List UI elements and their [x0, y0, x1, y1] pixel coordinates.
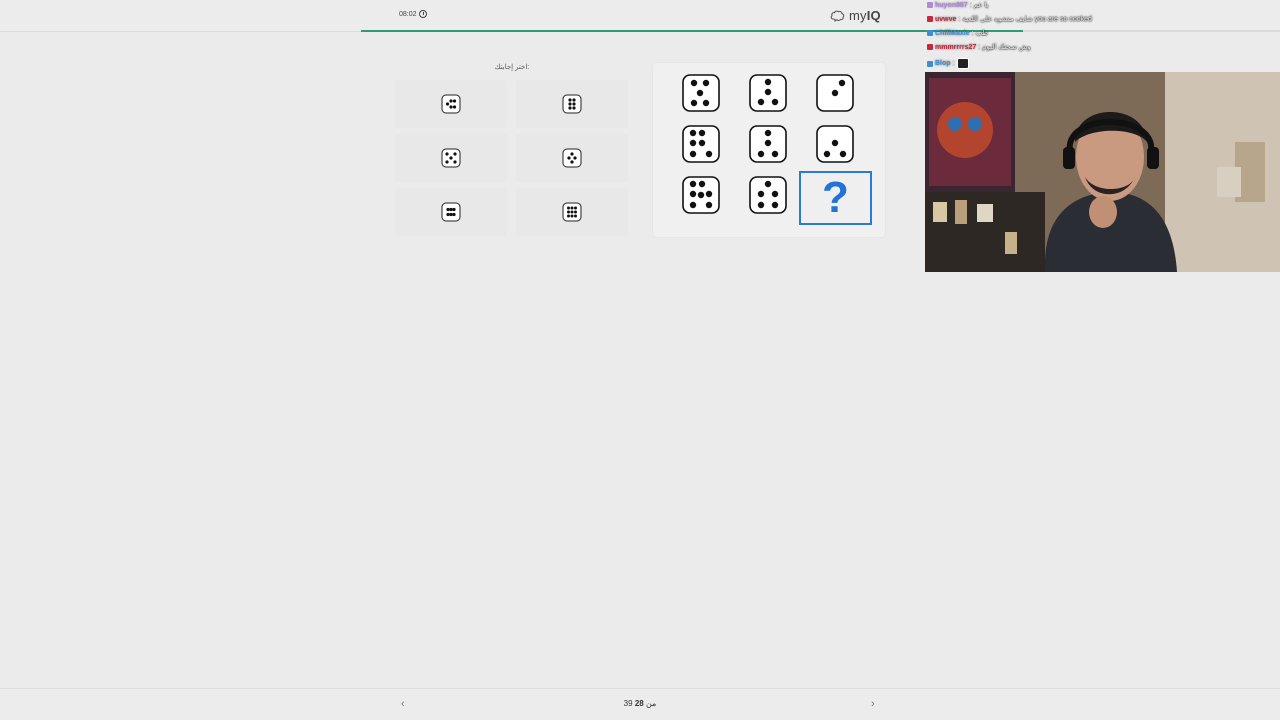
- missing-cell: ?: [799, 171, 872, 225]
- dice-face-icon: [749, 74, 787, 112]
- dice-face-icon: [816, 74, 854, 112]
- chat-badge-icon: [927, 30, 933, 36]
- counter-of: من: [645, 699, 657, 708]
- chat-message: mmmrrrrs27: وش صحتك اليوم: [927, 43, 1031, 51]
- dice-face-icon: [441, 148, 461, 168]
- brand-logo[interactable]: myIQ: [830, 8, 881, 23]
- counter-total: 39: [623, 699, 633, 708]
- brand-name: myIQ: [849, 8, 881, 23]
- chat-username[interactable]: Blop: [935, 60, 951, 67]
- dice-face-icon: [749, 125, 787, 163]
- dice-face-icon: [562, 148, 582, 168]
- dice-face-icon: [816, 125, 854, 163]
- stream-chat: huyon887: يا عم uvwve: شايف متشوه على اللعب…: [925, 0, 1280, 72]
- chat-separator: :: [978, 43, 981, 51]
- emote-icon: [956, 58, 969, 69]
- answer-option-3[interactable]: [395, 134, 507, 182]
- progress-fill: [361, 30, 1023, 32]
- brand-name-prefix: my: [849, 8, 867, 23]
- dice-face-icon: [562, 202, 582, 222]
- chat-text: طب: [975, 30, 989, 37]
- page-root: 08:02 myIQ اختر إجابتك: ? huyon887: يا …: [0, 0, 1280, 720]
- chat-text: يا عم: [973, 2, 989, 9]
- brand-name-suffix: IQ: [866, 8, 881, 23]
- timer: 08:02: [399, 10, 427, 18]
- dice-face-icon: [682, 74, 720, 112]
- answer-options: [395, 80, 629, 238]
- chat-badge-icon: [927, 44, 933, 50]
- chat-separator: :: [971, 29, 974, 37]
- webcam-image: [925, 72, 1280, 272]
- chat-text: شايف متشوه على اللعبة you are so cooked: [962, 16, 1092, 23]
- answer-option-6[interactable]: [516, 188, 628, 236]
- answers-title: اختر إجابتك:: [494, 64, 530, 71]
- chat-username[interactable]: uvwve: [935, 16, 956, 23]
- dice-face-icon: [682, 176, 720, 214]
- answer-option-4[interactable]: [516, 134, 628, 182]
- question-mark-icon: ?: [822, 173, 849, 222]
- answer-option-1[interactable]: [395, 80, 507, 128]
- chat-badge-icon: [927, 2, 933, 8]
- chat-message: uvwve: شايف متشوه على اللعبة you are so c…: [927, 15, 1092, 23]
- chat-badge-icon: [927, 60, 933, 67]
- chat-username[interactable]: mmmrrrrs27: [935, 44, 976, 51]
- dice-face-icon: [441, 202, 461, 222]
- dice-face-icon: [749, 176, 787, 214]
- chat-badge-icon: [927, 16, 933, 22]
- chat-username[interactable]: ChillMaxie: [935, 30, 970, 37]
- chat-text: وش صحتك اليوم: [982, 44, 1031, 51]
- clock-icon: [418, 10, 427, 18]
- chevron-left-icon[interactable]: ‹: [401, 698, 405, 710]
- footer-nav: ‹ 39 من 28 ›: [0, 688, 1280, 720]
- counter-current: 28: [634, 699, 644, 708]
- chat-username[interactable]: huyon887: [935, 2, 968, 9]
- webcam-feed: [925, 72, 1280, 272]
- answer-option-5[interactable]: [395, 188, 507, 236]
- answer-option-2[interactable]: [516, 80, 628, 128]
- chat-message: ChillMaxie: طب: [927, 29, 988, 37]
- chat-separator: :: [952, 60, 955, 67]
- chat-separator: :: [958, 15, 961, 23]
- dice-face-icon: [562, 94, 582, 114]
- brain-icon: [830, 10, 845, 22]
- dice-face-icon: [682, 125, 720, 163]
- chevron-right-icon[interactable]: ›: [871, 698, 875, 710]
- chat-message: Blop:: [927, 58, 969, 69]
- puzzle-matrix: ?: [653, 63, 885, 237]
- timer-value: 08:02: [399, 10, 417, 18]
- chat-separator: :: [969, 1, 972, 9]
- chat-message: huyon887: يا عم: [927, 1, 989, 9]
- dice-face-icon: [441, 94, 461, 114]
- question-counter: 39 من 28: [600, 699, 680, 708]
